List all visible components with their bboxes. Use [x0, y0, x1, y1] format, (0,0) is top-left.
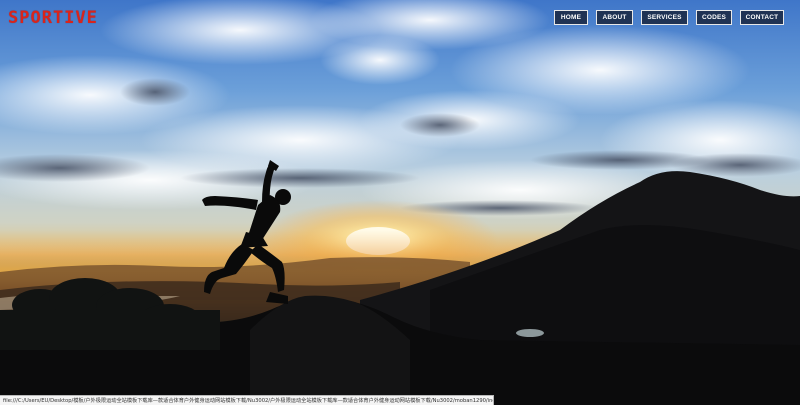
nav-contact-button[interactable]: CONTACT	[740, 10, 784, 25]
page: SPORTIVE HOME ABOUT SERVICES CODES CONTA…	[0, 0, 800, 405]
site-logo[interactable]: SPORTIVE	[8, 8, 98, 28]
status-bar-url: file:///C:/Users/EU/Desktop/模板/户外极限运动全站模…	[0, 395, 494, 405]
hero-background	[0, 0, 800, 405]
nav-services-button[interactable]: SERVICES	[641, 10, 688, 25]
nav-home-button[interactable]: HOME	[554, 10, 588, 25]
nav-codes-button[interactable]: CODES	[696, 10, 732, 25]
main-nav: HOME ABOUT SERVICES CODES CONTACT	[554, 10, 784, 25]
nav-about-button[interactable]: ABOUT	[596, 10, 633, 25]
